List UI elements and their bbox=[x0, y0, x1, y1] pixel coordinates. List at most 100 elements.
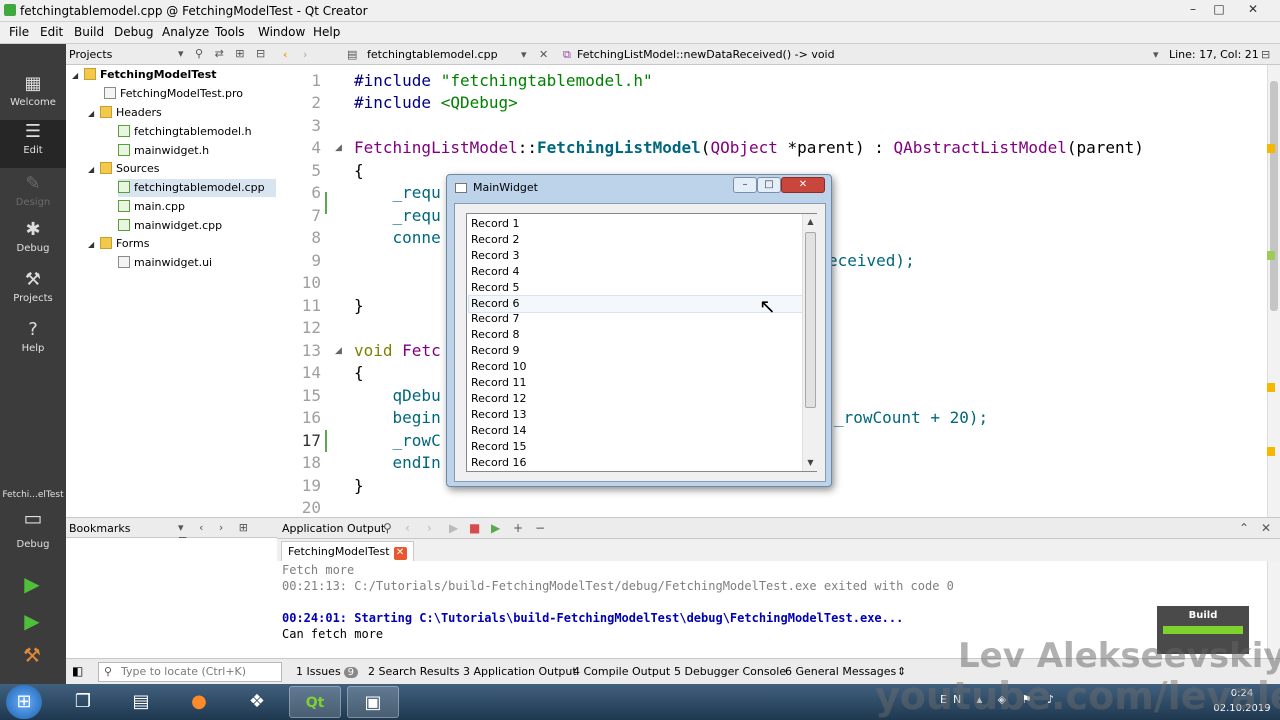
projects-pane-title[interactable]: Projects bbox=[69, 48, 112, 61]
zoom-out-icon[interactable]: − bbox=[535, 521, 545, 535]
dialog-maximize-button[interactable]: □ bbox=[757, 177, 781, 193]
status-tab-issues[interactable]: 1 Issues 9 bbox=[296, 665, 359, 678]
list-item-record[interactable]: Record 14 bbox=[469, 423, 803, 439]
collapse-arrow-icon[interactable]: ◢ bbox=[72, 67, 84, 85]
close-tab-icon[interactable]: ✕ bbox=[393, 547, 407, 560]
symbol-selector[interactable]: FetchingListModel::newDataReceived() -> … bbox=[577, 48, 835, 61]
menu-help[interactable]: Help bbox=[313, 25, 340, 39]
toggle-sidebar-icon[interactable]: ◧ bbox=[72, 664, 83, 678]
list-item-record[interactable]: Record 16 bbox=[469, 455, 803, 471]
taskbar-app-save[interactable]: ❐ bbox=[57, 686, 109, 718]
status-tab-search-results[interactable]: 2 Search Results bbox=[368, 665, 460, 678]
taskbar-app-explorer[interactable]: ▤ bbox=[115, 686, 167, 718]
menu-tools[interactable]: Tools bbox=[215, 25, 245, 39]
taskbar-app-mainwidget[interactable]: ▣ bbox=[347, 686, 399, 718]
build-hammer-icon[interactable]: ⚒ bbox=[19, 642, 45, 668]
filter-icon[interactable]: ⚲ bbox=[383, 521, 392, 535]
symbol-dropdown-icon[interactable]: ▾ bbox=[1153, 48, 1159, 61]
collapse-arrow-icon[interactable]: ◢ bbox=[88, 161, 100, 179]
mode-projects[interactable]: ⚒ Projects bbox=[0, 268, 66, 316]
tree-item-source-file[interactable]: main.cpp bbox=[118, 198, 185, 216]
bookmarks-pane-title[interactable]: Bookmarks bbox=[69, 522, 130, 535]
maximize-pane-icon[interactable]: ⌃ bbox=[1239, 521, 1249, 535]
status-tab-application-output[interactable]: 3 Application Output bbox=[463, 665, 577, 678]
fold-arrow-icon[interactable]: ◢ bbox=[335, 340, 342, 362]
rerun-icon[interactable]: ▶ bbox=[449, 521, 458, 535]
collapse-arrow-icon[interactable]: ◢ bbox=[88, 236, 100, 254]
list-item-record[interactable]: Record 6 bbox=[468, 294, 804, 313]
list-item-record[interactable]: Record 7 bbox=[469, 311, 803, 327]
status-tab-compile-output[interactable]: 4 Compile Output bbox=[573, 665, 670, 678]
list-item-record[interactable]: Record 4 bbox=[469, 264, 803, 280]
split-icon[interactable]: ⊟ bbox=[1261, 48, 1270, 61]
run-icon[interactable]: ▶ bbox=[19, 571, 45, 597]
close-pane-icon[interactable]: ✕ bbox=[1261, 521, 1271, 535]
taskbar-app-qt-creator[interactable]: Qt bbox=[289, 686, 341, 718]
file-dropdown-icon[interactable]: ▾ bbox=[521, 48, 527, 61]
menu-debug[interactable]: Debug bbox=[114, 25, 153, 39]
list-scrollbar-thumb[interactable] bbox=[805, 232, 816, 408]
tree-item-sources[interactable]: ◢ Sources bbox=[88, 160, 160, 178]
menu-edit[interactable]: Edit bbox=[40, 25, 63, 39]
forward-arrow-icon[interactable]: › bbox=[303, 48, 307, 61]
mode-welcome[interactable]: ▦ Welcome bbox=[0, 72, 66, 120]
tree-item-headers[interactable]: ◢ Headers bbox=[88, 104, 162, 122]
list-item-record[interactable]: Record 1 bbox=[469, 216, 803, 232]
projects-pane-tools[interactable]: ▾ ⚲ ⇄ ⊞ ⊟ bbox=[178, 47, 269, 60]
bookmarks-list[interactable] bbox=[66, 538, 277, 658]
collapse-arrow-icon[interactable]: ◢ bbox=[88, 105, 100, 123]
status-tab-debugger-console[interactable]: 5 Debugger Console bbox=[674, 665, 786, 678]
menu-file[interactable]: File bbox=[9, 25, 29, 39]
mode-edit[interactable]: ☰ Edit bbox=[0, 120, 66, 168]
mode-debug[interactable]: ✱ Debug bbox=[0, 218, 66, 266]
fold-arrow-icon[interactable]: ◢ bbox=[335, 137, 342, 159]
close-document-icon[interactable]: ✕ bbox=[539, 48, 548, 61]
tree-item-forms[interactable]: ◢ Forms bbox=[88, 235, 149, 253]
taskbar-app-firefox[interactable]: ● bbox=[173, 686, 225, 718]
list-item-record[interactable]: Record 9 bbox=[469, 343, 803, 359]
cursor-position[interactable]: Line: 17, Col: 21 bbox=[1169, 48, 1259, 61]
tree-item-header-file[interactable]: mainwidget.h bbox=[118, 142, 209, 160]
stop-icon[interactable]: ■ bbox=[469, 521, 480, 535]
maximize-button[interactable]: □ bbox=[1206, 0, 1232, 18]
list-item-record[interactable]: Record 5 bbox=[469, 280, 803, 296]
mainwidget-window[interactable]: MainWidget – □ ✕ Record 1 Record 2 Record … bbox=[446, 174, 832, 487]
tree-item-source-file[interactable]: mainwidget.cpp bbox=[118, 217, 222, 235]
debug-run-icon[interactable]: ▶ bbox=[19, 608, 45, 634]
list-item-record[interactable]: Record 2 bbox=[469, 232, 803, 248]
mode-help[interactable]: ? Help bbox=[0, 318, 66, 366]
list-item-record[interactable]: Record 15 bbox=[469, 439, 803, 455]
next-arrow-icon[interactable]: › bbox=[427, 521, 432, 535]
dialog-close-button[interactable]: ✕ bbox=[781, 177, 825, 193]
menu-build[interactable]: Build bbox=[74, 25, 104, 39]
close-button[interactable]: ✕ bbox=[1240, 0, 1266, 18]
list-item-record[interactable]: Record 11 bbox=[469, 375, 803, 391]
list-item-record[interactable]: Record 8 bbox=[469, 327, 803, 343]
list-item-record[interactable]: Record 12 bbox=[469, 391, 803, 407]
minimize-button[interactable]: – bbox=[1180, 0, 1206, 18]
tree-item-pro-file[interactable]: FetchingModelTest.pro bbox=[104, 85, 243, 103]
tree-item-header-file[interactable]: fetchingtablemodel.h bbox=[118, 123, 252, 141]
mode-design[interactable]: ✎ Design bbox=[0, 172, 66, 220]
start-button[interactable]: ⊞ bbox=[6, 685, 42, 719]
editor-file-tab[interactable]: fetchingtablemodel.cpp bbox=[367, 48, 498, 61]
output-pane-title[interactable]: Application Output bbox=[282, 522, 385, 535]
scroll-down-arrow-icon[interactable]: ▼ bbox=[803, 455, 818, 471]
scrollbar-thumb[interactable] bbox=[1270, 81, 1278, 311]
list-item-record[interactable]: Record 13 bbox=[469, 407, 803, 423]
output-tab[interactable]: FetchingModelTest ✕ bbox=[281, 541, 414, 561]
prev-arrow-icon[interactable]: ‹ bbox=[405, 521, 410, 535]
monitor-icon[interactable]: ▭ bbox=[0, 506, 66, 530]
attach-debugger-icon[interactable]: ▶ bbox=[491, 521, 500, 535]
tree-item-project[interactable]: ◢ FetchingModelTest bbox=[72, 66, 217, 84]
locator-input[interactable]: ⚲ Type to locate (Ctrl+K) bbox=[98, 662, 282, 682]
kit-selector-label[interactable]: Fetchi...elTest bbox=[0, 490, 66, 500]
menu-analyze[interactable]: Analyze bbox=[162, 25, 209, 39]
records-list-view[interactable]: Record 1 Record 2 Record 3 Record 4 Record 5… bbox=[466, 213, 817, 472]
menu-window[interactable]: Window bbox=[258, 25, 305, 39]
taskbar-app-recorder[interactable]: ❖ bbox=[231, 686, 283, 718]
back-arrow-icon[interactable]: ‹ bbox=[283, 48, 288, 61]
list-item-record[interactable]: Record 10 bbox=[469, 359, 803, 375]
tree-item-source-file-selected[interactable]: fetchingtablemodel.cpp bbox=[118, 179, 276, 197]
tree-item-ui-file[interactable]: mainwidget.ui bbox=[118, 254, 212, 272]
